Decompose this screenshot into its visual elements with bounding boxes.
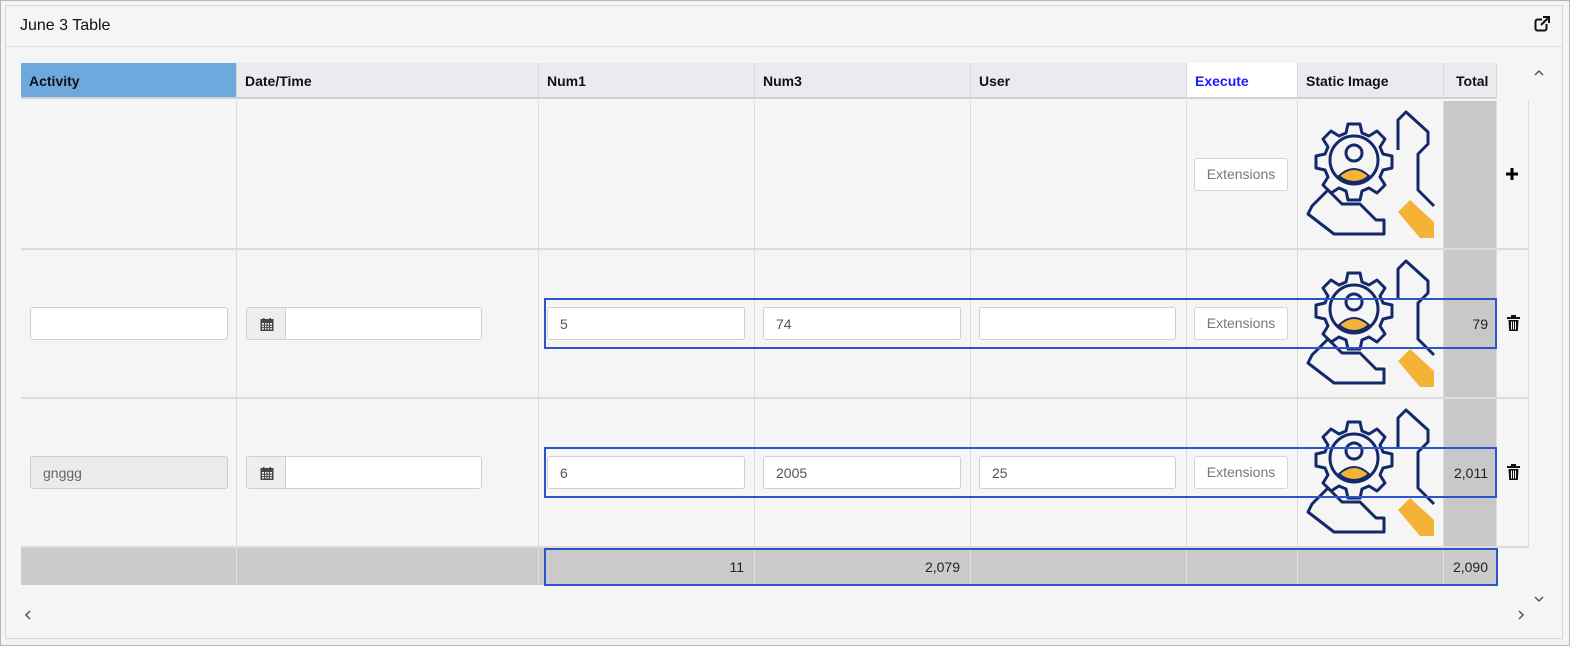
activity-input[interactable] — [30, 456, 228, 489]
datetime-input[interactable] — [285, 456, 482, 489]
num1-input[interactable] — [547, 307, 745, 340]
activity-input[interactable] — [30, 307, 228, 340]
header-execute[interactable]: Execute — [1187, 63, 1298, 99]
cell-datetime — [237, 101, 539, 250]
trash-icon[interactable] — [1507, 464, 1520, 483]
header-static-image[interactable]: Static Image — [1298, 63, 1444, 99]
cell-num3 — [755, 101, 971, 250]
num3-input[interactable] — [763, 456, 961, 489]
calendar-icon — [260, 318, 274, 331]
header-datetime[interactable]: Date/Time — [237, 63, 539, 99]
user-input[interactable] — [979, 456, 1176, 489]
scroll-down-icon[interactable] — [1533, 592, 1545, 604]
cell-activity — [21, 101, 237, 250]
header-num1[interactable]: Num1 — [539, 63, 755, 99]
horizontal-scrollbar[interactable] — [21, 606, 1529, 622]
scroll-right-icon[interactable] — [1515, 608, 1527, 620]
footer-activity — [21, 548, 237, 585]
cell-num1 — [539, 101, 755, 250]
plus-icon[interactable] — [1505, 167, 1519, 184]
footer-user — [971, 548, 1187, 585]
footer-execute — [1187, 548, 1298, 585]
row-total: 79 — [1472, 316, 1488, 332]
extensions-button[interactable]: Extensions — [1194, 158, 1288, 191]
trash-icon[interactable] — [1507, 315, 1520, 334]
footer-static-image — [1298, 548, 1444, 585]
header-total[interactable]: Total — [1444, 63, 1497, 99]
extensions-button[interactable]: Extensions — [1194, 307, 1288, 340]
cell-user — [971, 101, 1187, 250]
header-num3[interactable]: Num3 — [755, 63, 971, 99]
footer-num3-sum: 2,079 — [924, 559, 960, 575]
header-user[interactable]: User — [971, 63, 1187, 99]
gear-user-wrench-image — [1306, 408, 1436, 536]
panel-title: June 3 Table — [20, 17, 111, 34]
num3-input[interactable] — [763, 307, 961, 340]
footer-datetime — [237, 548, 539, 585]
footer-total-sum: 2,090 — [1452, 559, 1488, 575]
calendar-button[interactable] — [246, 307, 286, 340]
footer-num1-sum: 11 — [729, 559, 744, 575]
row-total: 2,011 — [1454, 465, 1488, 481]
datetime-input[interactable] — [285, 307, 482, 340]
gear-user-wrench-image — [1306, 259, 1436, 387]
cell-total — [1444, 101, 1497, 250]
calendar-icon — [260, 467, 274, 480]
user-input[interactable] — [979, 307, 1176, 340]
calendar-button[interactable] — [246, 456, 286, 489]
header-activity[interactable]: Activity — [21, 63, 237, 99]
panel-header: June 3 Table — [6, 6, 1562, 47]
external-link-icon[interactable] — [1534, 16, 1550, 32]
num1-input[interactable] — [547, 456, 745, 489]
gear-user-wrench-image — [1306, 110, 1436, 238]
scroll-left-icon[interactable] — [22, 608, 34, 620]
extensions-button[interactable]: Extensions — [1194, 456, 1288, 489]
scroll-up-icon[interactable] — [1533, 66, 1545, 78]
